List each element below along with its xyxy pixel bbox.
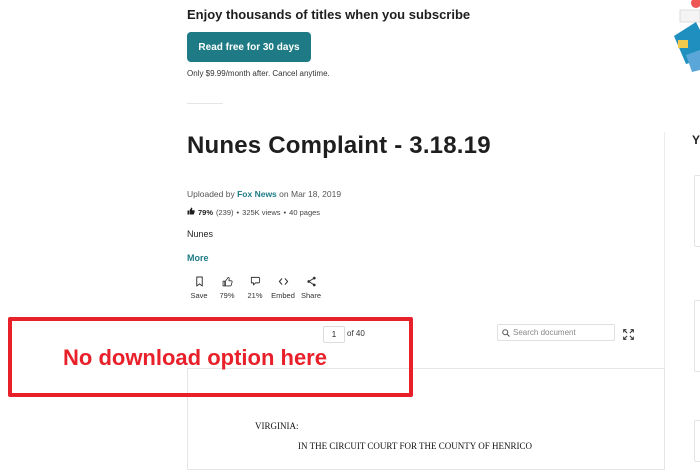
sidebar-title: Y bbox=[692, 133, 700, 147]
thumbs-up-icon bbox=[187, 207, 195, 217]
downvote-button[interactable]: 21% bbox=[241, 276, 269, 300]
search-icon bbox=[502, 328, 510, 337]
share-label: Share bbox=[300, 291, 321, 300]
embed-icon bbox=[278, 278, 288, 285]
page-text-line: VIRGINIA: bbox=[255, 421, 299, 431]
share-icon bbox=[306, 276, 316, 287]
document-description: Nunes bbox=[187, 229, 214, 239]
share-button[interactable]: Share bbox=[297, 276, 325, 300]
promo-note: Only $9.99/month after. Cancel anytime. bbox=[187, 69, 330, 78]
annotation-text: No download option here bbox=[63, 345, 327, 370]
page-text-line: IN THE CIRCUIT COURT FOR THE COUNTY OF H… bbox=[298, 441, 532, 451]
upload-info: Uploaded by Fox News on Mar 18, 2019 bbox=[187, 189, 341, 199]
read-free-button[interactable]: Read free for 30 days bbox=[187, 32, 311, 62]
bookmark-icon bbox=[195, 276, 203, 287]
search-document-field[interactable] bbox=[497, 324, 615, 341]
separator: • bbox=[283, 207, 287, 217]
uploader-link[interactable]: Fox News bbox=[237, 189, 277, 199]
more-link[interactable]: More bbox=[187, 253, 209, 263]
downvote-label: 21% bbox=[247, 291, 263, 300]
rating-count: (239) bbox=[216, 207, 234, 217]
search-document-input[interactable] bbox=[510, 328, 613, 337]
ad-banner[interactable] bbox=[666, 0, 700, 80]
action-bar: Save 79% 21% Embed Share bbox=[185, 276, 325, 300]
upvote-button[interactable]: 79% bbox=[213, 276, 241, 300]
upvote-label: 79% bbox=[219, 291, 235, 300]
uploaded-prefix: Uploaded by bbox=[187, 189, 235, 199]
embed-label: Embed bbox=[271, 291, 295, 300]
separator: • bbox=[236, 207, 240, 217]
fullscreen-icon[interactable] bbox=[623, 327, 634, 340]
sidebar-card[interactable] bbox=[694, 300, 700, 372]
thumbs-down-icon bbox=[250, 276, 260, 286]
divider bbox=[187, 103, 223, 104]
sidebar-card[interactable] bbox=[694, 420, 700, 462]
sidebar-card[interactable] bbox=[694, 175, 700, 247]
document-title: Nunes Complaint - 3.18.19 bbox=[187, 132, 491, 159]
save-label: Save bbox=[190, 291, 208, 300]
upload-date: on Mar 18, 2019 bbox=[279, 189, 342, 199]
document-stats: 79% (239) • 325K views • 40 pages bbox=[187, 207, 320, 217]
embed-button[interactable]: Embed bbox=[269, 276, 297, 300]
view-count: 325K views bbox=[242, 207, 281, 217]
promo-title: Enjoy thousands of titles when you subsc… bbox=[187, 7, 471, 22]
save-button[interactable]: Save bbox=[185, 276, 213, 300]
thumbs-up-icon bbox=[222, 276, 233, 287]
rating-percent: 79% bbox=[198, 207, 214, 217]
page-count: 40 pages bbox=[289, 207, 321, 217]
